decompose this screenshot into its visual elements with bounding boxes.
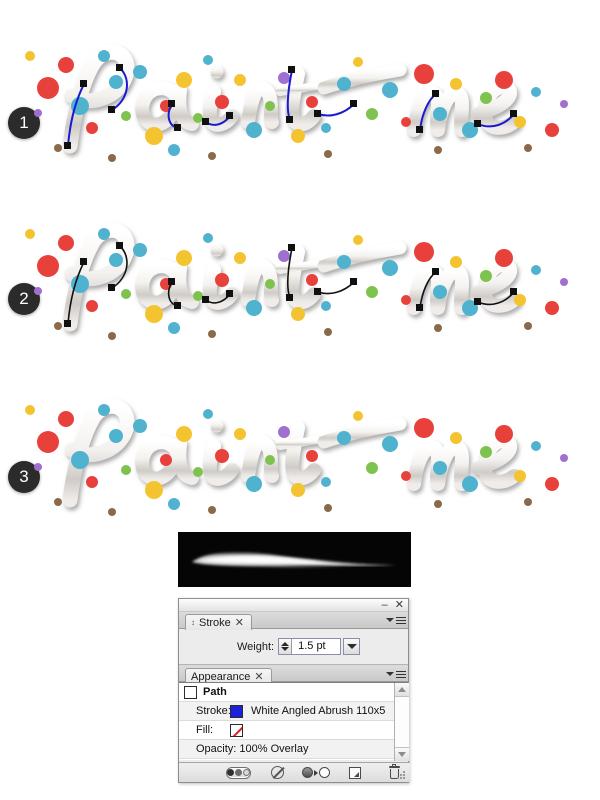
double-arrow-icon: ↕ [191, 617, 195, 627]
stroke-row-label: Stroke: [196, 705, 231, 717]
duplicate-square-icon [349, 766, 361, 779]
stroke-brush-name: White Angled Abrush 110x5 [251, 705, 386, 717]
weight-stepper-icon[interactable] [279, 639, 293, 654]
scrollbar-track[interactable] [395, 697, 409, 747]
fill-none-swatch[interactable] [230, 723, 243, 737]
appearance-scrollbar[interactable] [394, 683, 409, 761]
stepper-up-arrow-icon[interactable] [281, 642, 290, 646]
weight-input[interactable]: 1.5 pt [292, 639, 341, 654]
appearance-row-opacity[interactable]: Opacity: 100% Overlay [179, 740, 408, 759]
reduce-to-basic-appearance-button[interactable] [302, 766, 330, 780]
scroll-down-arrow-icon[interactable] [395, 747, 409, 761]
stroke-panel-body: Weight: 1.5 pt [179, 629, 408, 665]
artwork-stage-2 [8, 196, 598, 371]
close-icon[interactable]: ✕ [395, 600, 404, 611]
fill-row-label: Fill: [196, 724, 214, 736]
flyout-lines-icon [396, 670, 406, 678]
panel-titlebar: – ✕ [179, 599, 408, 612]
artwork-svg-3 [25, 398, 568, 516]
stroke-color-swatch[interactable] [230, 704, 243, 718]
artwork-svg-1 [25, 44, 568, 162]
weight-dropdown-button[interactable] [343, 638, 361, 655]
duplicate-selected-item-button[interactable] [344, 766, 366, 780]
two-circles-arrow-icon [302, 767, 330, 778]
stroke-panel-menu-icon[interactable] [386, 613, 406, 627]
weight-label: Weight: [237, 640, 275, 653]
brush-preview-svg [178, 532, 411, 587]
appearance-panel-footer [179, 762, 410, 782]
minimize-icon[interactable]: – [382, 600, 388, 611]
tutorial-screenshot: 1 2 3 – ✕ ↕ Stroke ✕ Weight: 1.5 pt Appe… [0, 0, 600, 800]
artwork-svg-2 [25, 222, 568, 340]
opacity-value: Opacity: 100% Overlay [196, 743, 309, 755]
tab-stroke[interactable]: ↕ Stroke ✕ [185, 614, 253, 630]
no-symbol-icon [270, 766, 284, 779]
appearance-row-fill[interactable]: Fill: [179, 721, 408, 740]
chevron-down-icon [346, 644, 357, 649]
lettering-group-1 [25, 44, 568, 162]
tab-stroke-close-icon[interactable]: ✕ [235, 616, 244, 630]
appearance-row-stroke[interactable]: Stroke: White Angled Abrush 110x5 [179, 702, 408, 721]
lettering-group-2 [25, 222, 568, 340]
artwork-stage-1 [8, 18, 598, 193]
lettering-group-3 [25, 398, 568, 516]
flyout-triangle-icon [386, 618, 394, 622]
scroll-up-arrow-icon[interactable] [395, 683, 409, 697]
stroke-panel-tabstrip: ↕ Stroke ✕ [179, 612, 408, 630]
appearance-toggle-pill-icon [225, 766, 251, 779]
appearance-panel-tabstrip: Appearance ✕ [179, 665, 408, 684]
weight-input-wrapper[interactable]: 1.5 pt [278, 638, 342, 655]
appearance-object-name: Path [203, 686, 227, 698]
appearance-row-object[interactable]: Path [179, 683, 408, 702]
object-thumbnail-swatch [184, 685, 197, 699]
floating-panel-group: – ✕ ↕ Stroke ✕ Weight: 1.5 pt Appearance… [178, 598, 410, 783]
appearance-attribute-list: Path Stroke: White Angled Abrush 110x5 F… [179, 682, 409, 761]
artwork-stage-3 [8, 372, 598, 547]
window-buttons: – ✕ [382, 599, 404, 612]
add-new-stroke-button[interactable] [225, 766, 251, 780]
tab-stroke-label: Stroke [199, 616, 231, 629]
brush-stroke-preview [178, 532, 411, 587]
flyout-triangle-icon [386, 672, 394, 676]
stepper-down-arrow-icon[interactable] [281, 647, 290, 651]
panel-resize-grip[interactable] [397, 771, 406, 780]
appearance-panel-menu-icon[interactable] [386, 667, 406, 681]
clear-appearance-button[interactable] [266, 766, 288, 780]
flyout-lines-icon [396, 616, 406, 624]
